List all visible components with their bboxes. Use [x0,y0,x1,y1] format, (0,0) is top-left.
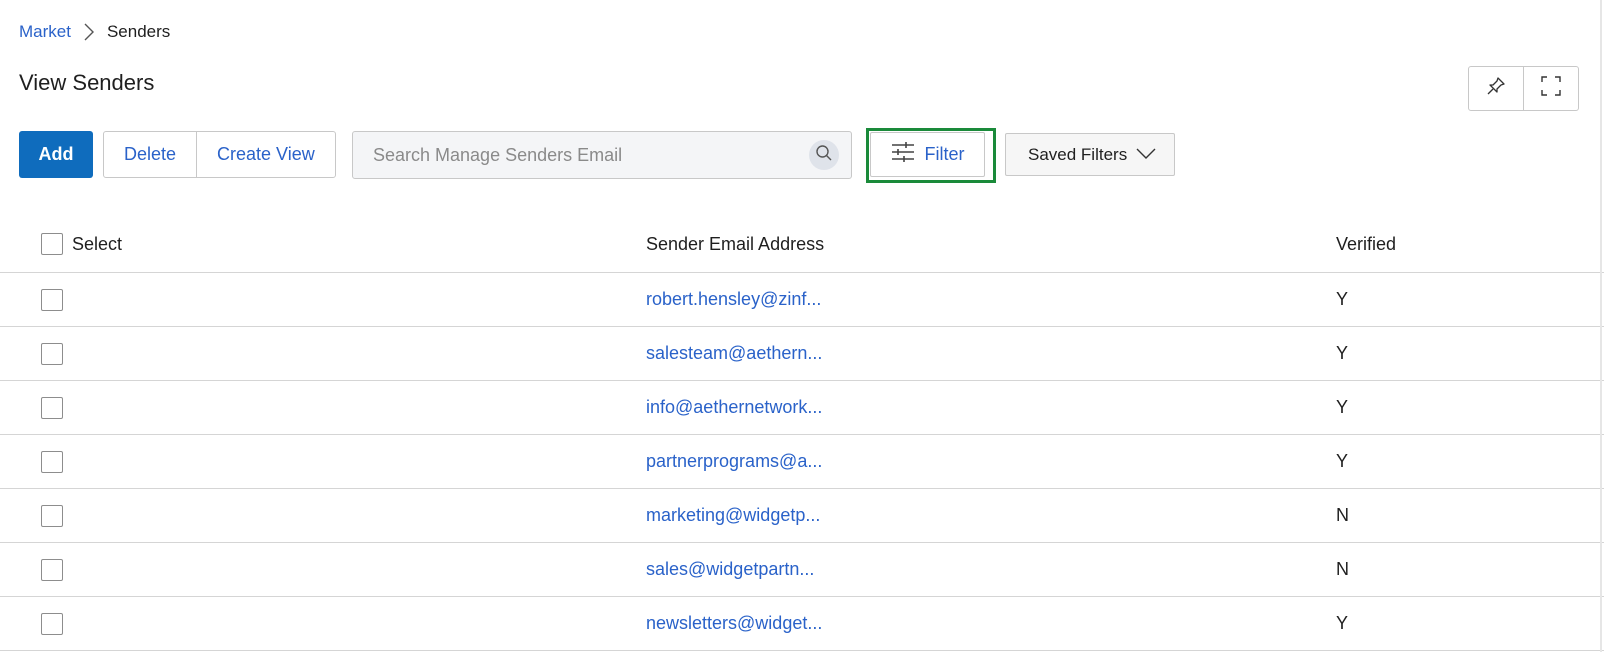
search-input[interactable] [353,132,809,178]
verified-value: Y [1336,451,1349,471]
table-row: info@aethernetwork... Y [0,381,1604,435]
row-checkbox[interactable] [41,342,63,365]
sender-email-link[interactable]: marketing@widgetp... [646,489,820,542]
row-checkbox[interactable] [41,504,63,527]
action-button-group: Delete Create View [103,131,336,178]
fullscreen-icon [1541,76,1561,101]
verified-value: N [1336,505,1349,525]
breadcrumb: Market Senders [19,20,170,44]
table-row: robert.hensley@zinf... Y [0,273,1604,327]
verified-value: Y [1336,397,1349,417]
sender-email-link[interactable]: robert.hensley@zinf... [646,273,821,326]
pin-button[interactable] [1469,67,1523,110]
verified-value: Y [1336,613,1349,633]
search-box [352,131,852,179]
delete-button[interactable]: Delete [104,132,196,177]
page-title: View Senders [19,70,155,95]
table-header: Select Sender Email Address Verified [0,216,1604,273]
search-button[interactable] [809,140,839,170]
table-row: sales@widgetpartn... N [0,543,1604,597]
create-view-button[interactable]: Create View [196,132,335,177]
breadcrumb-current: Senders [106,22,171,41]
row-checkbox[interactable] [41,558,63,581]
pin-icon [1486,76,1506,101]
verified-value: Y [1336,289,1349,309]
table-row: salesteam@aethern... Y [0,327,1604,381]
chevron-down-icon [1136,145,1156,165]
search-icon [815,144,833,167]
column-header-verified[interactable]: Verified [1336,216,1396,272]
sender-email-link[interactable]: partnerprograms@a... [646,435,822,488]
page-edge-divider [1600,0,1602,652]
sender-email-link[interactable]: newsletters@widget... [646,597,822,650]
table-row: newsletters@widget... Y [0,597,1604,651]
sender-email-link[interactable]: salesteam@aethern... [646,327,822,380]
sender-email-link[interactable]: sales@widgetpartn... [646,543,814,596]
breadcrumb-link-market[interactable]: Market [19,22,71,42]
chevron-right-icon [71,23,107,41]
column-header-email[interactable]: Sender Email Address [646,216,824,272]
column-header-select: Select [72,233,123,254]
saved-filters-label: Saved Filters [1028,144,1128,164]
filter-label: Filter [924,144,965,164]
view-tools [1468,66,1579,111]
select-all-cell: Select [41,216,122,272]
select-all-checkbox[interactable] [41,233,63,255]
row-checkbox[interactable] [41,396,63,419]
filter-button[interactable]: Filter [870,132,985,177]
table-row: marketing@widgetp... N [0,489,1604,543]
table-row: partnerprograms@a... Y [0,435,1604,489]
sliders-icon [891,141,915,168]
row-checkbox[interactable] [41,450,63,473]
add-button[interactable]: Add [19,131,93,178]
saved-filters-dropdown[interactable]: Saved Filters [1005,133,1175,176]
row-checkbox[interactable] [41,612,63,635]
verified-value: N [1336,559,1349,579]
fullscreen-button[interactable] [1523,67,1578,110]
row-checkbox[interactable] [41,288,63,311]
sender-email-link[interactable]: info@aethernetwork... [646,381,822,434]
verified-value: Y [1336,343,1349,363]
